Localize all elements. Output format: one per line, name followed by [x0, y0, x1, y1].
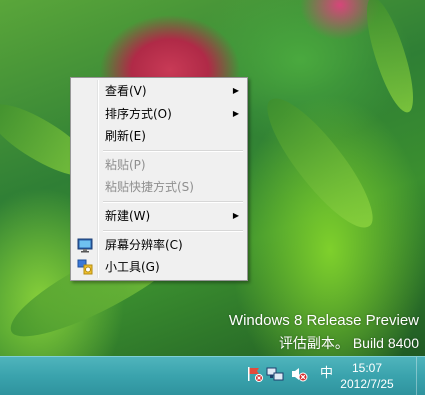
- menu-item-label: 新建(W): [105, 209, 151, 223]
- menu-item-paste-shortcut[interactable]: 粘贴快捷方式(S): [73, 176, 245, 198]
- network-icon[interactable]: [266, 365, 284, 383]
- menu-item-label: 排序方式(O): [105, 107, 172, 121]
- submenu-arrow-icon: ▶: [232, 211, 239, 220]
- clock-time: 15:07: [351, 361, 383, 375]
- os-version-watermark: Windows 8 Release Preview: [228, 312, 419, 329]
- submenu-arrow-icon: ▶: [232, 86, 239, 95]
- menu-item-paste[interactable]: 粘贴(P): [73, 154, 245, 176]
- menu-item-sort-by[interactable]: 排序方式(O) ▶: [73, 103, 245, 125]
- menu-separator: [103, 201, 243, 203]
- menu-item-gadgets[interactable]: 小工具(G): [73, 256, 245, 278]
- menu-item-label: 刷新(E): [105, 129, 146, 143]
- menu-item-label: 查看(V): [105, 84, 147, 98]
- clock[interactable]: 15:07 2012/7/25: [327, 360, 407, 392]
- action-center-flag-icon[interactable]: [246, 365, 264, 383]
- build-watermark: 评估副本。 Build 8400: [278, 335, 419, 351]
- submenu-arrow-icon: ▶: [232, 109, 239, 118]
- show-desktop-button[interactable]: [416, 357, 425, 395]
- wallpaper-leaf: [255, 84, 385, 242]
- clock-date: 2012/7/25: [340, 377, 394, 391]
- monitor-icon: [77, 237, 93, 253]
- menu-item-label: 屏幕分辨率(C): [105, 238, 183, 252]
- menu-item-label: 粘贴(P): [105, 158, 146, 172]
- menu-separator: [103, 230, 243, 232]
- menu-item-new[interactable]: 新建(W) ▶: [73, 205, 245, 227]
- menu-separator: [103, 150, 243, 152]
- menu-item-view[interactable]: 查看(V) ▶: [73, 80, 245, 102]
- volume-muted-icon[interactable]: [290, 365, 308, 383]
- taskbar: 中 15:07 2012/7/25: [0, 356, 425, 395]
- menu-item-label: 小工具(G): [105, 260, 160, 274]
- wallpaper-leaf: [359, 0, 421, 117]
- menu-item-screen-resolution[interactable]: 屏幕分辨率(C): [73, 234, 245, 256]
- menu-item-refresh[interactable]: 刷新(E): [73, 125, 245, 147]
- menu-item-label: 粘贴快捷方式(S): [105, 180, 194, 194]
- gadgets-icon: [77, 259, 93, 275]
- desktop-context-menu: 查看(V) ▶ 排序方式(O) ▶ 刷新(E) 粘贴(P) 粘贴快捷方式(S) …: [70, 77, 248, 281]
